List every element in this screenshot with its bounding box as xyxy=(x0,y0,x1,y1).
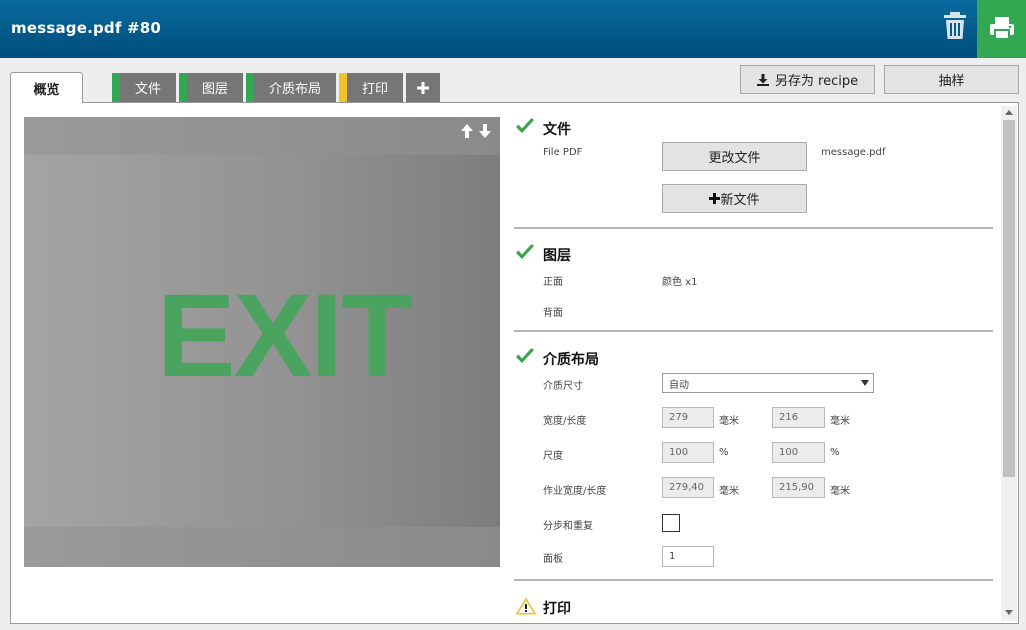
length-field[interactable]: 216 xyxy=(772,407,825,428)
preview-arrows xyxy=(461,123,493,142)
file-name: message.pdf xyxy=(821,147,886,158)
scale-x-field[interactable]: 100 xyxy=(662,442,714,463)
scroll-down-arrow-icon[interactable] xyxy=(1005,610,1013,615)
document-preview: EXIT xyxy=(24,117,500,567)
plus-icon xyxy=(417,81,429,94)
job-length-field[interactable]: 215,90 xyxy=(772,477,825,498)
tab-status-stripe xyxy=(112,73,120,102)
width-field[interactable]: 279 xyxy=(662,407,714,428)
check-icon xyxy=(515,244,535,264)
app-header: message.pdf #80 xyxy=(0,0,1026,58)
section-title-file: 文件 xyxy=(543,122,571,138)
preview-exit-text: EXIT xyxy=(156,270,413,402)
tab-label: 打印 xyxy=(361,82,388,97)
file-pdf-label: File PDF xyxy=(543,147,583,158)
tab-print[interactable]: 打印 xyxy=(339,73,403,102)
section-title-media-layout: 介质布局 xyxy=(543,352,599,368)
tab-label: 图层 xyxy=(201,82,228,97)
new-file-label: 新文件 xyxy=(720,193,760,208)
media-size-label: 介质尺寸 xyxy=(543,381,583,392)
scale-label: 尺度 xyxy=(543,451,563,462)
scale-y-unit: % xyxy=(830,447,840,458)
tab-label: 介质布局 xyxy=(268,82,321,97)
tab-status-stripe xyxy=(339,73,347,102)
front-value: 颜色 x1 xyxy=(662,277,698,288)
add-tab-button[interactable] xyxy=(406,73,440,102)
check-icon xyxy=(515,348,535,368)
warning-icon xyxy=(515,597,537,619)
print-button[interactable] xyxy=(977,0,1026,58)
panels-label: 面板 xyxy=(543,554,563,565)
change-file-button[interactable]: 更改文件 xyxy=(662,142,807,171)
new-file-button[interactable]: 新文件 xyxy=(662,184,807,213)
tab-layers[interactable]: 图层 xyxy=(179,73,243,102)
media-size-value: 自动 xyxy=(669,379,689,391)
job-width-field[interactable]: 279,40 xyxy=(662,477,714,498)
plus-icon xyxy=(709,193,721,204)
sample-button[interactable]: 抽样 xyxy=(884,65,1019,94)
width-unit: 毫米 xyxy=(719,416,739,427)
step-repeat-label: 分步和重复 xyxy=(543,521,593,532)
scroll-up-arrow-icon[interactable] xyxy=(1005,110,1013,115)
tab-overview[interactable]: 概览 xyxy=(10,72,83,103)
media-size-select[interactable]: 自动 xyxy=(662,373,874,393)
width-length-label: 宽度/长度 xyxy=(543,416,587,427)
page-title: message.pdf #80 xyxy=(11,19,162,37)
download-icon xyxy=(756,73,769,86)
section-divider xyxy=(514,579,993,581)
panels-field[interactable]: 1 xyxy=(662,546,714,567)
tab-status-stripe xyxy=(246,73,254,102)
length-unit: 毫米 xyxy=(830,416,850,427)
job-size-label: 作业宽度/长度 xyxy=(543,486,607,497)
scrollbar-thumb[interactable] xyxy=(1003,120,1015,477)
save-as-recipe-label: 另存为 recipe xyxy=(774,74,859,89)
section-divider xyxy=(514,227,993,229)
tab-media-layout[interactable]: 介质布局 xyxy=(246,73,336,102)
check-icon xyxy=(515,118,535,138)
tab-file[interactable]: 文件 xyxy=(112,73,176,102)
arrow-up-icon xyxy=(461,124,473,138)
section-divider xyxy=(514,330,993,332)
tab-label: 文件 xyxy=(134,82,161,97)
job-width-unit: 毫米 xyxy=(719,486,739,497)
trash-icon[interactable] xyxy=(942,11,968,41)
tab-status-stripe xyxy=(179,73,187,102)
job-length-unit: 毫米 xyxy=(830,486,850,497)
chevron-down-icon xyxy=(861,380,869,386)
section-title-print: 打印 xyxy=(543,601,571,617)
front-label: 正面 xyxy=(543,277,563,288)
step-repeat-checkbox[interactable] xyxy=(662,514,680,532)
save-as-recipe-button[interactable]: 另存为 recipe xyxy=(740,65,875,94)
back-label: 背面 xyxy=(543,308,563,319)
scale-y-field[interactable]: 100 xyxy=(772,442,825,463)
scale-x-unit: % xyxy=(719,447,729,458)
printer-icon xyxy=(990,17,1014,40)
section-title-layers: 图层 xyxy=(543,248,571,264)
arrow-down-icon xyxy=(479,124,491,138)
